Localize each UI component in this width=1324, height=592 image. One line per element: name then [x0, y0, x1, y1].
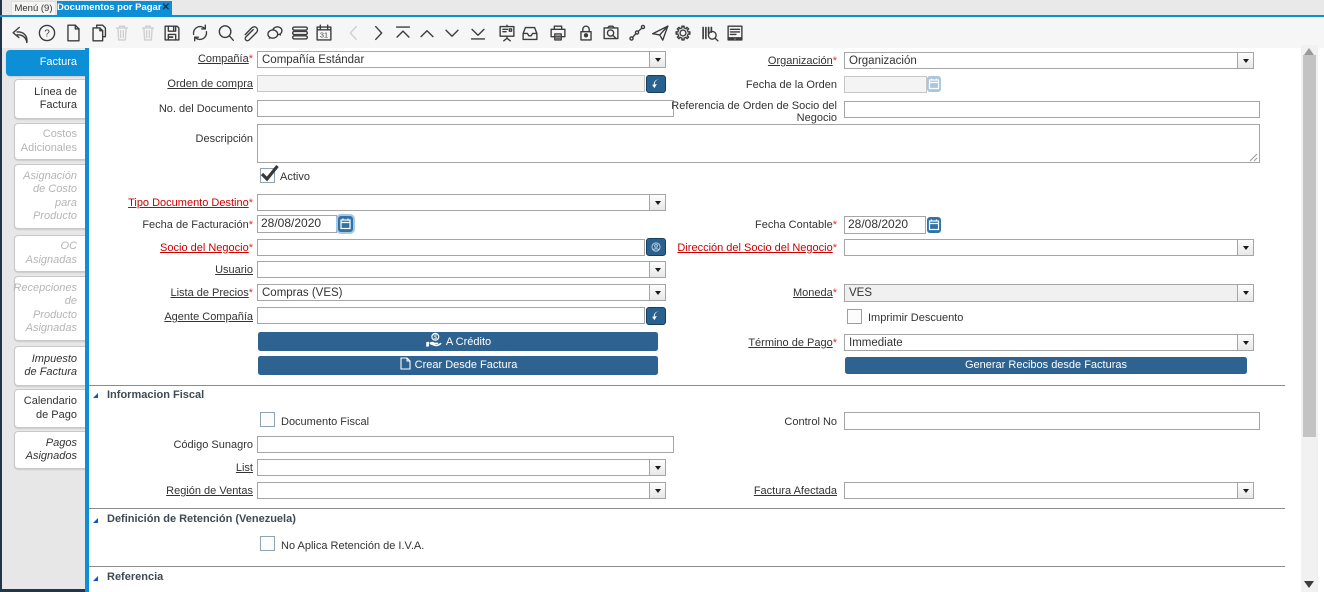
svg-text:$: $ — [433, 334, 437, 341]
svg-text:31: 31 — [320, 31, 328, 40]
svg-text:?: ? — [44, 29, 50, 40]
